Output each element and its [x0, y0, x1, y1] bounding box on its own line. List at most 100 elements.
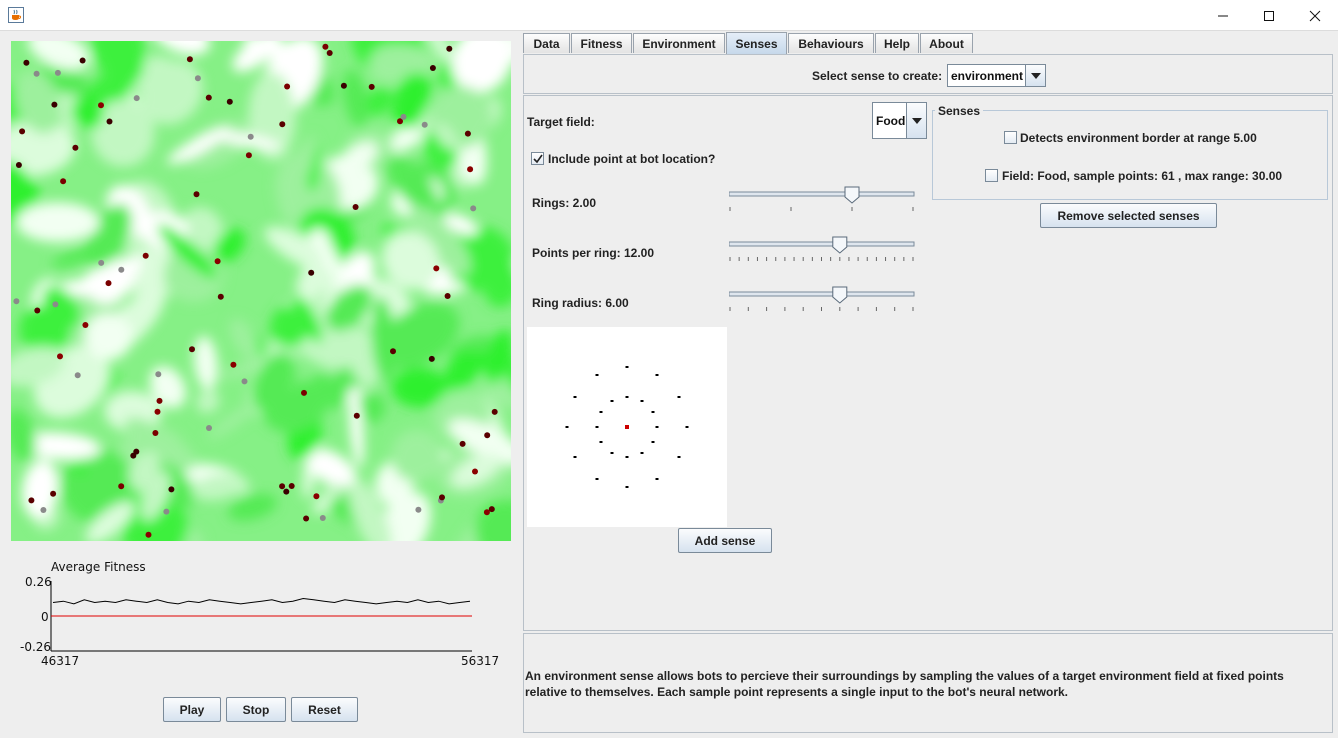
bot	[52, 301, 59, 308]
tab-about[interactable]: About	[920, 33, 973, 53]
sample-point	[655, 478, 659, 480]
bot	[118, 266, 125, 273]
bot	[19, 128, 26, 135]
bot	[428, 355, 435, 362]
tab-senses[interactable]: Senses	[726, 32, 787, 54]
chevron-down-icon[interactable]	[906, 103, 926, 138]
points-per-ring-label: Points per ring: 12.00	[532, 246, 655, 260]
sample-point	[565, 426, 569, 428]
bot	[322, 43, 329, 50]
bot	[439, 494, 445, 501]
bot	[106, 118, 113, 125]
points-per-ring-slider[interactable]	[729, 236, 915, 261]
sense-item-checkbox[interactable]	[985, 169, 998, 182]
bot	[279, 121, 286, 128]
bot	[284, 83, 291, 90]
sample-point	[677, 396, 681, 398]
sample-point	[599, 411, 603, 413]
remove-selected-senses-button[interactable]: Remove selected senses	[1040, 203, 1217, 228]
tab-data[interactable]: Data	[523, 33, 570, 53]
bot	[353, 412, 360, 419]
bot	[72, 144, 79, 151]
select-sense-label: Select sense to create:	[812, 69, 943, 83]
bot	[82, 322, 89, 328]
maximize-icon	[1264, 10, 1274, 21]
bot	[421, 121, 428, 128]
target-field-label: Target field:	[527, 115, 595, 129]
chevron-down-icon[interactable]	[1025, 65, 1045, 86]
bot	[163, 508, 170, 515]
terrain-patch	[16, 202, 100, 243]
bot	[415, 506, 422, 513]
slider-thumb	[832, 236, 848, 254]
stop-button[interactable]: Stop	[226, 697, 286, 722]
reset-button[interactable]: Reset	[291, 697, 358, 722]
tab-behaviours[interactable]: Behaviours	[788, 33, 874, 53]
play-button[interactable]: Play	[163, 697, 221, 722]
target-field-select[interactable]: Food	[872, 102, 927, 139]
fitness-series-line	[52, 597, 471, 605]
sense-item-label: Field: Food, sample points: 61 , max ran…	[1002, 169, 1283, 183]
bot	[464, 130, 471, 137]
bot	[34, 307, 41, 314]
bot	[40, 507, 47, 513]
include-point-label: Include point at bot location?	[548, 152, 716, 166]
sense-description: An environment sense allows bots to perc…	[525, 669, 1284, 699]
bot	[472, 468, 478, 475]
rings-label: Rings: 2.00	[532, 196, 597, 210]
simulation-view[interactable]	[11, 41, 511, 541]
minimize-button[interactable]	[1200, 0, 1246, 31]
bot	[152, 430, 159, 436]
bot	[467, 166, 474, 173]
bot	[491, 408, 498, 415]
bot	[193, 191, 200, 198]
java-cup-icon	[8, 7, 24, 23]
bot	[74, 372, 81, 379]
bot	[206, 425, 212, 431]
tab-environment[interactable]: Environment	[633, 33, 725, 53]
sense-type-select[interactable]: environment	[947, 64, 1046, 87]
senses-group-title: Senses	[935, 104, 984, 118]
sample-point	[599, 441, 603, 443]
sample-point	[625, 456, 629, 458]
target-field-value: Food	[876, 113, 906, 128]
bot	[230, 361, 237, 368]
slider-thumb	[844, 186, 860, 204]
bot	[429, 65, 436, 71]
bot	[189, 346, 195, 353]
sample-point	[595, 374, 599, 376]
slider-track	[729, 191, 915, 197]
bot	[186, 56, 193, 63]
minimize-icon	[1218, 15, 1228, 16]
sample-point	[625, 486, 629, 488]
bot	[118, 483, 125, 490]
bot	[23, 59, 30, 66]
bot	[194, 75, 201, 82]
bot	[283, 488, 290, 495]
maximize-button[interactable]	[1246, 0, 1292, 31]
bot	[352, 204, 359, 210]
include-point-checkbox[interactable]	[531, 152, 544, 165]
sample-point	[685, 426, 689, 428]
bot	[245, 152, 252, 159]
sample-point	[610, 400, 614, 402]
sample-point	[625, 396, 629, 398]
bot	[145, 531, 152, 538]
bot-location-point	[625, 425, 629, 429]
sample-point	[651, 411, 655, 413]
bot	[488, 506, 495, 513]
close-button[interactable]	[1292, 0, 1338, 31]
tab-fitness[interactable]: Fitness	[571, 33, 632, 53]
ring-radius-slider[interactable]	[729, 286, 915, 311]
add-sense-button[interactable]: Add sense	[678, 528, 772, 553]
bot	[98, 102, 104, 109]
bot	[79, 57, 86, 64]
bot	[340, 82, 347, 89]
tab-help[interactable]: Help	[875, 33, 919, 53]
slider-thumb	[832, 286, 848, 304]
slider-track	[729, 291, 915, 297]
sample-point	[655, 426, 659, 428]
bot	[214, 258, 221, 265]
rings-slider[interactable]	[729, 186, 915, 211]
sense-item-checkbox[interactable]	[1004, 131, 1017, 144]
